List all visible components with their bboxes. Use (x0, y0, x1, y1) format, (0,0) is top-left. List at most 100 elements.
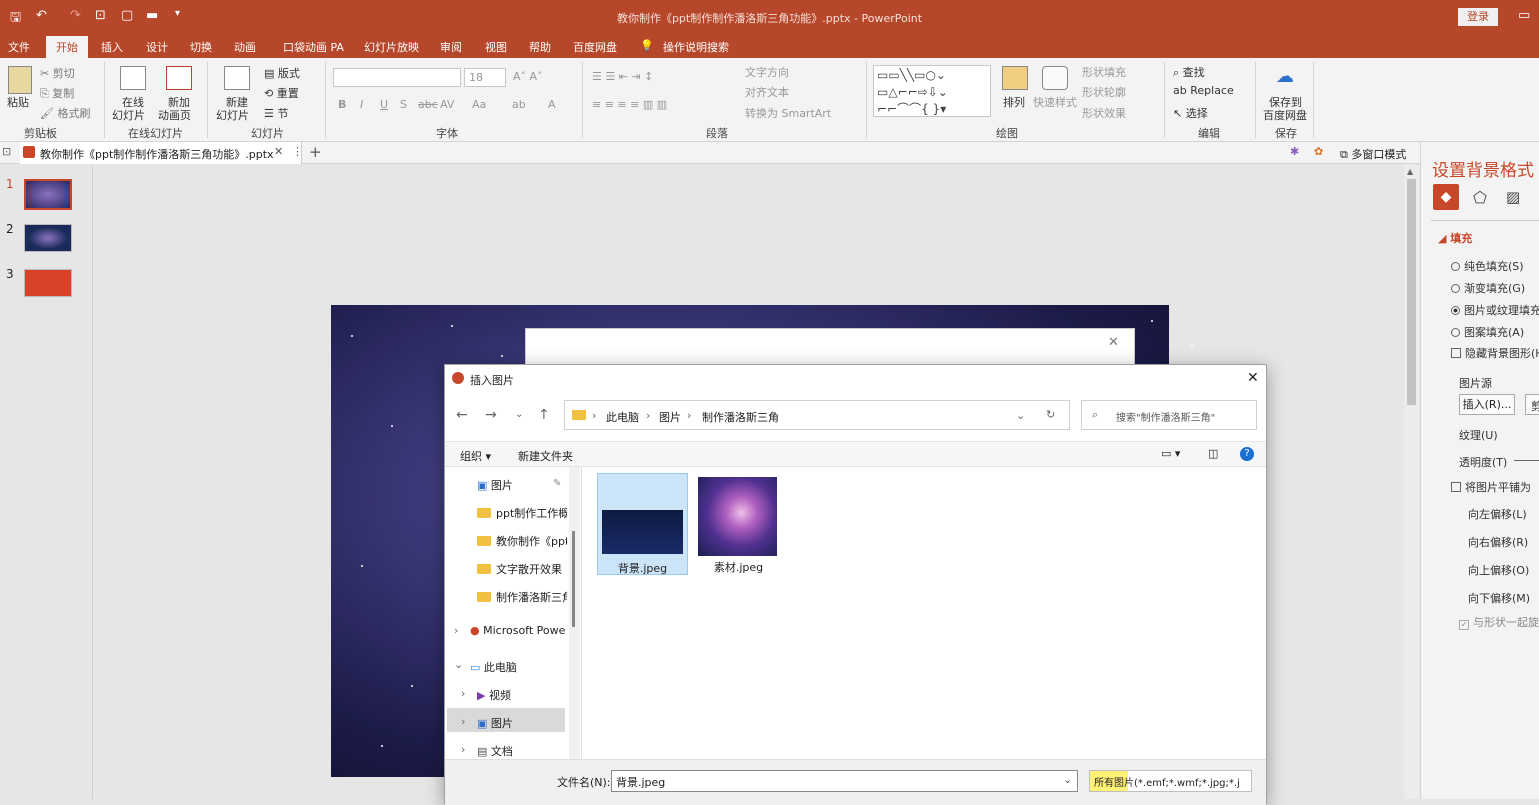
tab-view[interactable]: 视图 (485, 39, 507, 55)
new-animation-icon[interactable] (166, 66, 192, 90)
tree-item[interactable]: ▣ 图片 (477, 715, 567, 731)
bold-icon[interactable]: B (338, 98, 346, 111)
recent-icon[interactable]: ⌄ (515, 409, 523, 420)
change-case-icon[interactable]: Aa (472, 98, 486, 111)
tile-checkbox[interactable]: 将图片平铺为 (1451, 479, 1531, 495)
tab-file[interactable]: 文件 (8, 39, 30, 55)
filetype-select[interactable]: 所有图片(*.emf;*.wmf;*.jpg;*.j (1089, 770, 1252, 792)
align-icons[interactable]: ≡ ≡ ≡ ≡ ▥ ▥ (592, 98, 667, 111)
layout-button[interactable]: ▤ 版式 (264, 65, 300, 81)
replace-button[interactable]: ab Replace (1173, 84, 1234, 97)
copy-button[interactable]: ⎘ 复制 (40, 85, 74, 101)
text-direction-button[interactable]: 文字方向 (745, 64, 789, 80)
tell-me-search[interactable]: 操作说明搜索 (663, 39, 729, 55)
breadcrumb-item[interactable]: 图片 (659, 409, 681, 425)
address-bar[interactable]: › 此电脑 › 图片 › 制作潘洛斯三角 ⌄ ↻ (564, 400, 1070, 430)
solid-fill-radio[interactable]: 纯色填充(S) (1451, 258, 1524, 274)
tab-review[interactable]: 审阅 (440, 39, 462, 55)
pin-icon[interactable]: ✎ (553, 478, 561, 489)
scrollbar-thumb[interactable] (1407, 179, 1416, 405)
format-painter-button[interactable]: 🖌 格式刷 (40, 105, 90, 121)
hide-graphics-checkbox[interactable]: 隐藏背景图形(H (1451, 345, 1539, 361)
tab-home[interactable]: 开始 (46, 36, 88, 58)
tab-slideshow[interactable]: 幻灯片放映 (364, 39, 419, 55)
bullets-icon[interactable]: ☰ ☰ ⇤ ⇥ ↕ (592, 70, 653, 83)
chevron-right-icon[interactable]: › (461, 715, 465, 728)
tree-item[interactable]: ppt制作工作概 (477, 505, 567, 521)
font-color-icon[interactable]: A (548, 98, 556, 111)
picture-icon[interactable]: ▨ (1506, 188, 1520, 206)
close-icon[interactable]: ✕ (1108, 335, 1119, 350)
font-size-box[interactable]: 18 (464, 68, 506, 87)
refresh-icon[interactable]: ↻ (1046, 408, 1055, 421)
tree-item[interactable]: ● Microsoft Powe (470, 624, 567, 637)
slide-thumbnail-2[interactable] (24, 224, 72, 252)
baidu-cloud-icon[interactable]: ☁ (1272, 66, 1298, 90)
close-tab-icon[interactable]: ✕ (274, 145, 283, 158)
online-slide-label-2[interactable]: 幻灯片 (112, 107, 145, 123)
scroll-up-icon[interactable]: ▲ (1407, 167, 1413, 176)
document-tab[interactable]: 教你制作《ppt制作制作潘洛斯三角功能》.pptx ✕ ⋮ (20, 142, 303, 164)
rotate-with-shape-checkbox[interactable]: ✓ 与形状一起旋 (1459, 614, 1539, 630)
texture-label[interactable]: 纹理(U) (1459, 427, 1498, 443)
file-item[interactable]: 素材.jpeg (693, 473, 784, 575)
up-icon[interactable]: ↑ (538, 407, 550, 423)
tree-item[interactable]: ▶ 视频 (477, 687, 567, 703)
insert-picture-button[interactable]: 插入(R)... (1459, 394, 1515, 415)
preview-pane-icon[interactable]: ◫ (1208, 447, 1218, 460)
forward-icon[interactable]: → (485, 407, 497, 423)
pentagon-effects-icon[interactable]: ⬠ (1473, 188, 1487, 207)
gear-icon[interactable]: ✿ (1314, 145, 1323, 158)
reset-button[interactable]: ⟲ 重置 (264, 85, 299, 101)
pattern-fill-radio[interactable]: 图案填充(A) (1451, 324, 1524, 340)
chevron-right-icon[interactable]: › (461, 687, 465, 700)
fill-section-toggle[interactable]: ◢ 填充 (1438, 230, 1472, 246)
nav-scrollbar[interactable] (569, 467, 580, 759)
fill-paint-bucket-icon[interactable]: ◆ (1433, 184, 1459, 210)
plugin-icon[interactable]: ✱ (1290, 145, 1299, 158)
section-button[interactable]: ☰ 节 (264, 105, 288, 121)
shape-effect-button[interactable]: 形状效果 (1082, 105, 1126, 121)
clipboard-button[interactable]: 剪 (1525, 394, 1539, 415)
tab-insert[interactable]: 插入 (101, 39, 123, 55)
tab-pocket-animation[interactable]: 口袋动画 PA (283, 39, 344, 55)
select-button[interactable]: ↖ 选择 (1173, 105, 1208, 121)
shapes-gallery[interactable]: ▭▭╲╲▭○⌄ ▭△⌐⌐⇨⇩⌄ ⌐⌐⌒⌒{ }▾ (873, 65, 991, 117)
spacing-icon[interactable]: AV (440, 98, 454, 111)
tree-item[interactable]: ▭ 此电脑 (470, 659, 567, 675)
arrange-button[interactable]: 排列 (1003, 94, 1025, 110)
organize-button[interactable]: 组织 ▾ (460, 448, 491, 464)
tree-item[interactable]: 制作潘洛斯三角 (477, 589, 567, 605)
save-baidu-label-2[interactable]: 百度网盘 (1263, 107, 1307, 123)
chevron-down-icon[interactable]: ⌄ (454, 658, 463, 671)
arrange-icon[interactable] (1002, 66, 1028, 90)
breadcrumb-item[interactable]: 制作潘洛斯三角 (702, 409, 779, 425)
tree-item[interactable]: 教你制作《ppt (477, 533, 567, 549)
transparency-slider[interactable] (1514, 460, 1539, 461)
gradient-fill-radio[interactable]: 渐变填充(G) (1451, 280, 1525, 296)
login-button[interactable]: 登录 (1458, 8, 1498, 26)
picture-fill-radio[interactable]: 图片或纹理填充 (1451, 302, 1539, 318)
tree-item[interactable]: 文字散开效果 (477, 561, 567, 577)
underline-icon[interactable]: U (380, 98, 388, 111)
tab-animations[interactable]: 动画 (234, 39, 256, 55)
chevron-right-icon[interactable]: › (461, 743, 465, 756)
align-text-button[interactable]: 对齐文本 (745, 84, 789, 100)
multi-window-button[interactable]: ⧉ 多窗口模式 (1340, 146, 1406, 162)
strikethrough-icon[interactable]: abc (418, 98, 438, 111)
quick-style-button[interactable]: 快速样式 (1033, 94, 1077, 110)
shape-outline-button[interactable]: 形状轮廓 (1082, 84, 1126, 100)
ribbon-display-icon[interactable]: ▭ (1518, 8, 1530, 23)
help-icon[interactable]: ? (1240, 447, 1254, 461)
paste-button[interactable]: 粘贴 (7, 94, 29, 110)
shape-fill-button[interactable]: 形状填充 (1082, 64, 1126, 80)
highlight-icon[interactable]: ab (512, 98, 526, 111)
chevron-down-icon[interactable]: ⌄ (1063, 773, 1072, 786)
chevron-down-icon[interactable]: ⌄ (1016, 409, 1025, 422)
search-box[interactable]: ⌕ 搜索"制作潘洛斯三角" (1081, 400, 1257, 430)
tab-help[interactable]: 帮助 (529, 39, 551, 55)
italic-icon[interactable]: I (360, 98, 363, 111)
paste-icon[interactable] (8, 66, 32, 94)
view-menu-icon[interactable]: ▭ ▾ (1161, 447, 1180, 460)
new-animation-label-2[interactable]: 动画页 (158, 107, 191, 123)
